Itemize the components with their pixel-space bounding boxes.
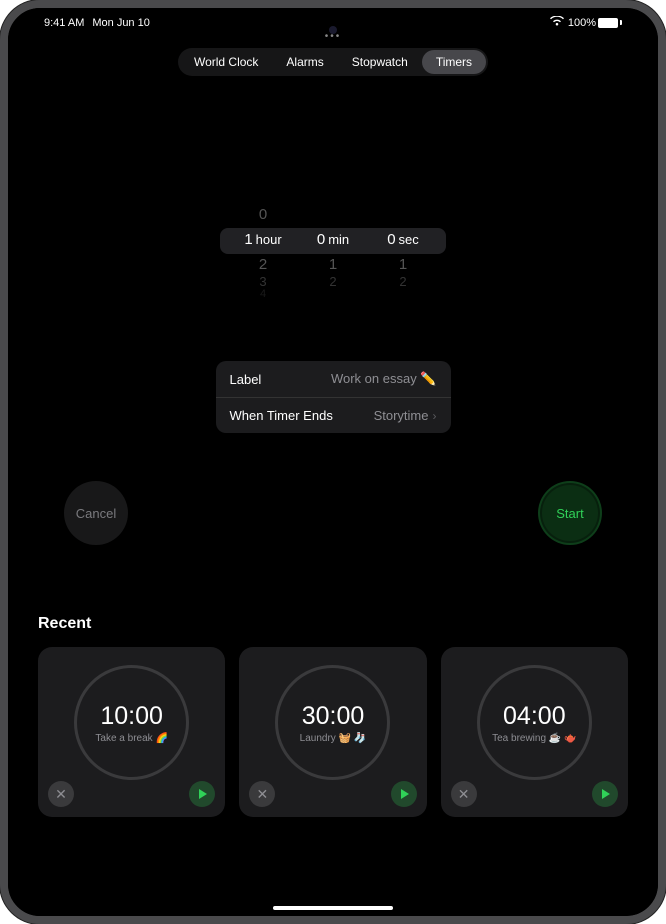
wifi-icon: [550, 16, 564, 29]
tab-timers[interactable]: Timers: [422, 50, 486, 74]
screen: 9:41 AM Mon Jun 10 100% ••• World Clock …: [8, 8, 658, 916]
start-button[interactable]: Start: [538, 481, 602, 545]
picker-hours-opt: 0: [228, 206, 298, 223]
play-timer-button[interactable]: [391, 781, 417, 807]
delete-timer-button[interactable]: ✕: [48, 781, 74, 807]
action-buttons-row: Cancel Start: [24, 481, 642, 545]
picker-hours-selected: 1hour: [228, 231, 298, 248]
status-left: 9:41 AM Mon Jun 10: [44, 17, 150, 29]
recent-timer-card[interactable]: 30:00 Laundry 🧺 🧦 ✕: [239, 647, 426, 817]
picker-seconds-selected: 0sec: [368, 231, 438, 248]
battery-indicator: 100%: [568, 17, 622, 29]
recent-title: Recent: [38, 615, 628, 633]
setting-value: Work on essay ✏️: [331, 371, 437, 387]
ipad-device-frame: 9:41 AM Mon Jun 10 100% ••• World Clock …: [0, 0, 666, 924]
play-icon: [199, 789, 207, 799]
battery-percent: 100%: [568, 17, 596, 29]
picker-minutes[interactable]: 0min 1 2: [298, 206, 368, 306]
status-date: Mon Jun 10: [92, 17, 149, 29]
camera-dot: [329, 26, 337, 34]
setting-key: Label: [230, 372, 262, 387]
play-timer-button[interactable]: [592, 781, 618, 807]
picker-seconds[interactable]: 0sec 1 2: [368, 206, 438, 306]
picker-hours-opt: 3: [228, 274, 298, 289]
picker-seconds-opt: 1: [368, 256, 438, 273]
play-timer-button[interactable]: [189, 781, 215, 807]
recent-timer-card[interactable]: 10:00 Take a break 🌈 ✕: [38, 647, 225, 817]
delete-timer-button[interactable]: ✕: [451, 781, 477, 807]
timer-label: Tea brewing ☕️ 🫖: [486, 733, 582, 744]
tab-bar: World Clock Alarms Stopwatch Timers: [24, 48, 642, 76]
picker-hours-opt: 4: [228, 288, 298, 300]
timer-time: 04:00: [503, 702, 566, 731]
home-indicator[interactable]: [273, 906, 393, 910]
cancel-button[interactable]: Cancel: [64, 481, 128, 545]
picker-hours-opt: 2: [228, 256, 298, 273]
recent-cards-row: 10:00 Take a break 🌈 ✕ 30:00: [38, 647, 628, 817]
picker-hours[interactable]: 0 1hour 2 3 4: [228, 206, 298, 306]
timer-time: 10:00: [100, 702, 163, 731]
timer-time: 30:00: [302, 702, 365, 731]
picker-minutes-opt: 1: [298, 256, 368, 273]
timer-label-row[interactable]: Label Work on essay ✏️: [216, 361, 451, 397]
timer-circle: 10:00 Take a break 🌈: [74, 665, 189, 780]
picker-minutes-selected: 0min: [298, 231, 368, 248]
status-right: 100%: [550, 16, 622, 29]
close-icon: ✕: [55, 786, 67, 803]
timer-label: Laundry 🧺 🧦: [294, 733, 373, 744]
time-picker: 0 1hour 2 3 4 0min 1 2: [24, 206, 642, 306]
picker-seconds-opt: 2: [368, 274, 438, 289]
setting-value: Storytime ›: [374, 408, 437, 423]
tab-alarms[interactable]: Alarms: [272, 50, 337, 74]
tab-world-clock[interactable]: World Clock: [180, 50, 272, 74]
tabs-container: World Clock Alarms Stopwatch Timers: [178, 48, 488, 76]
recent-section: Recent 10:00 Take a break 🌈 ✕: [24, 615, 642, 817]
timer-circle: 04:00 Tea brewing ☕️ 🫖: [477, 665, 592, 780]
chevron-right-icon: ›: [433, 409, 437, 423]
recent-timer-card[interactable]: 04:00 Tea brewing ☕️ 🫖 ✕: [441, 647, 628, 817]
timer-label: Take a break 🌈: [89, 733, 174, 744]
close-icon: ✕: [256, 786, 268, 803]
timer-settings-card: Label Work on essay ✏️ When Timer Ends S…: [216, 361, 451, 433]
setting-key: When Timer Ends: [230, 408, 333, 423]
status-time: 9:41 AM: [44, 17, 84, 29]
tab-stopwatch[interactable]: Stopwatch: [338, 50, 422, 74]
close-icon: ✕: [458, 786, 470, 803]
play-icon: [401, 789, 409, 799]
play-icon: [602, 789, 610, 799]
timer-circle: 30:00 Laundry 🧺 🧦: [275, 665, 390, 780]
timer-ends-row[interactable]: When Timer Ends Storytime ›: [216, 397, 451, 433]
delete-timer-button[interactable]: ✕: [249, 781, 275, 807]
picker-minutes-opt: 2: [298, 274, 368, 289]
